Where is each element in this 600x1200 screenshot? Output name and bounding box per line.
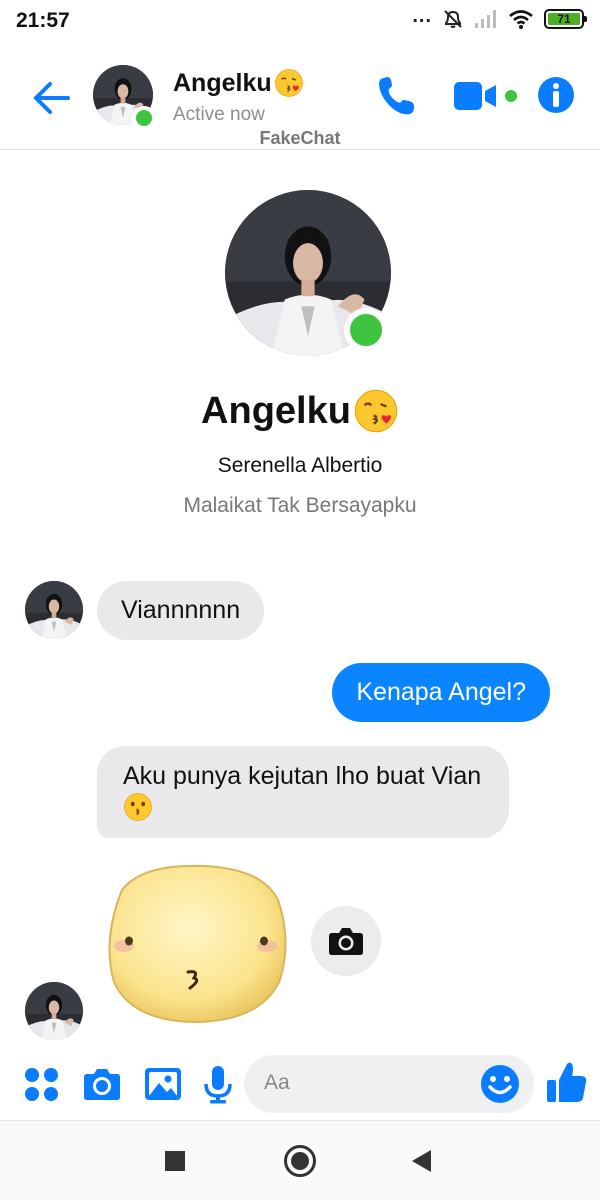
profile-name: Angelku (0, 388, 600, 434)
thumbs-up-icon[interactable] (546, 1060, 588, 1104)
message-bubble-incoming[interactable]: Viannnnnn (97, 581, 265, 640)
apps-grid-icon[interactable] (22, 1064, 62, 1104)
message-bubble-outgoing[interactable]: Kenapa Angel? (332, 663, 550, 722)
microphone-icon[interactable] (198, 1064, 238, 1104)
battery-level: 71 (548, 12, 580, 26)
avatar[interactable] (25, 982, 83, 1040)
dnd-off-icon (444, 10, 462, 28)
profile-online-indicator (344, 308, 388, 352)
active-status: Active now (173, 104, 265, 125)
profile-bio: Malaikat Tak Bersayapku (183, 494, 417, 517)
video-active-dot (505, 90, 517, 102)
message-input[interactable]: Aa (244, 1055, 534, 1113)
message-composer: Aa (0, 1048, 600, 1120)
kissing-face-sticker[interactable] (102, 860, 290, 1028)
status-icons: ... 71 (412, 5, 587, 30)
chat-header: Angelku Active now FakeChat (0, 40, 600, 150)
watermark: FakeChat (259, 128, 341, 148)
message-text: Kenapa Angel? (356, 678, 526, 706)
wifi-icon (509, 10, 533, 29)
online-indicator (132, 106, 156, 130)
face-blowing-kiss-icon (353, 388, 399, 434)
kissing-face-icon (123, 792, 153, 822)
recents-square-icon[interactable] (165, 1151, 185, 1171)
signal-icon (475, 10, 496, 28)
back-arrow-icon[interactable] (30, 76, 74, 120)
home-circle-icon[interactable] (284, 1145, 316, 1177)
status-time: 21:57 (16, 9, 70, 32)
phone-icon[interactable] (374, 74, 418, 118)
video-camera-icon[interactable] (452, 76, 500, 116)
notification-dots: ... (412, 5, 432, 27)
message-text: Viannnnnn (121, 596, 241, 624)
emoji-icon[interactable] (480, 1064, 520, 1104)
message-input-placeholder: Aa (264, 1071, 290, 1094)
gallery-icon[interactable] (143, 1064, 183, 1104)
avatar[interactable] (25, 581, 83, 639)
camera-icon (329, 928, 363, 955)
contact-name[interactable]: Angelku (173, 68, 304, 98)
sticker-camera-button[interactable] (311, 906, 381, 976)
profile-real-name: Serenella Albertio (217, 454, 383, 477)
contact-name-text: Angelku (173, 68, 272, 97)
message-text: Aku punya kejutan lho buat Vian (123, 762, 482, 790)
status-bar: 21:57 ... 71 (0, 0, 600, 40)
camera-icon[interactable] (82, 1064, 122, 1104)
profile-name-text: Angelku (201, 389, 351, 432)
back-triangle-icon[interactable] (412, 1150, 431, 1172)
system-nav-bar (0, 1120, 600, 1200)
face-blowing-kiss-icon (274, 68, 304, 98)
battery-icon: 71 (544, 9, 587, 29)
message-bubble-incoming[interactable]: Aku punya kejutan lho buat Vian (97, 746, 509, 838)
info-icon[interactable] (537, 76, 575, 114)
